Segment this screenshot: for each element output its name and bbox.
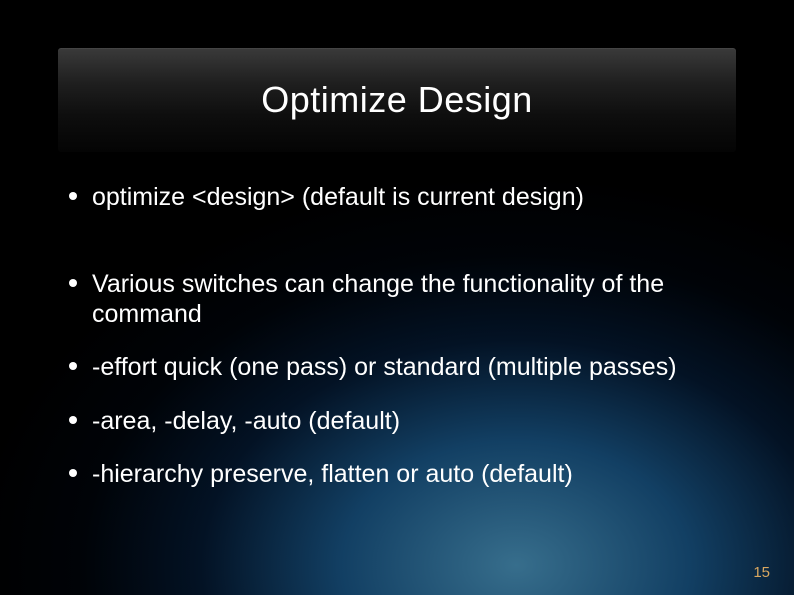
slide-title: Optimize Design xyxy=(261,79,533,121)
bullet-list: optimize <design> (default is current de… xyxy=(58,182,738,489)
bullet-text: optimize <design> (default is current de… xyxy=(92,183,584,211)
list-item: -effort quick (one pass) or standard (mu… xyxy=(58,352,738,383)
bullet-text: Various switches can change the function… xyxy=(92,270,664,329)
list-item: -hierarchy preserve, flatten or auto (de… xyxy=(58,459,738,490)
bullet-text: -area, -delay, -auto (default) xyxy=(92,407,400,435)
list-item: optimize <design> (default is current de… xyxy=(58,182,738,213)
bullet-text: -hierarchy preserve, flatten or auto (de… xyxy=(92,460,573,488)
page-number: 15 xyxy=(753,564,770,581)
list-item: Various switches can change the function… xyxy=(58,269,738,330)
title-box: Optimize Design xyxy=(58,48,736,152)
slide: Optimize Design optimize <design> (defau… xyxy=(0,0,794,595)
content-area: optimize <design> (default is current de… xyxy=(58,182,738,489)
bullet-text: -effort quick (one pass) or standard (mu… xyxy=(92,353,677,381)
list-item: -area, -delay, -auto (default) xyxy=(58,406,738,437)
